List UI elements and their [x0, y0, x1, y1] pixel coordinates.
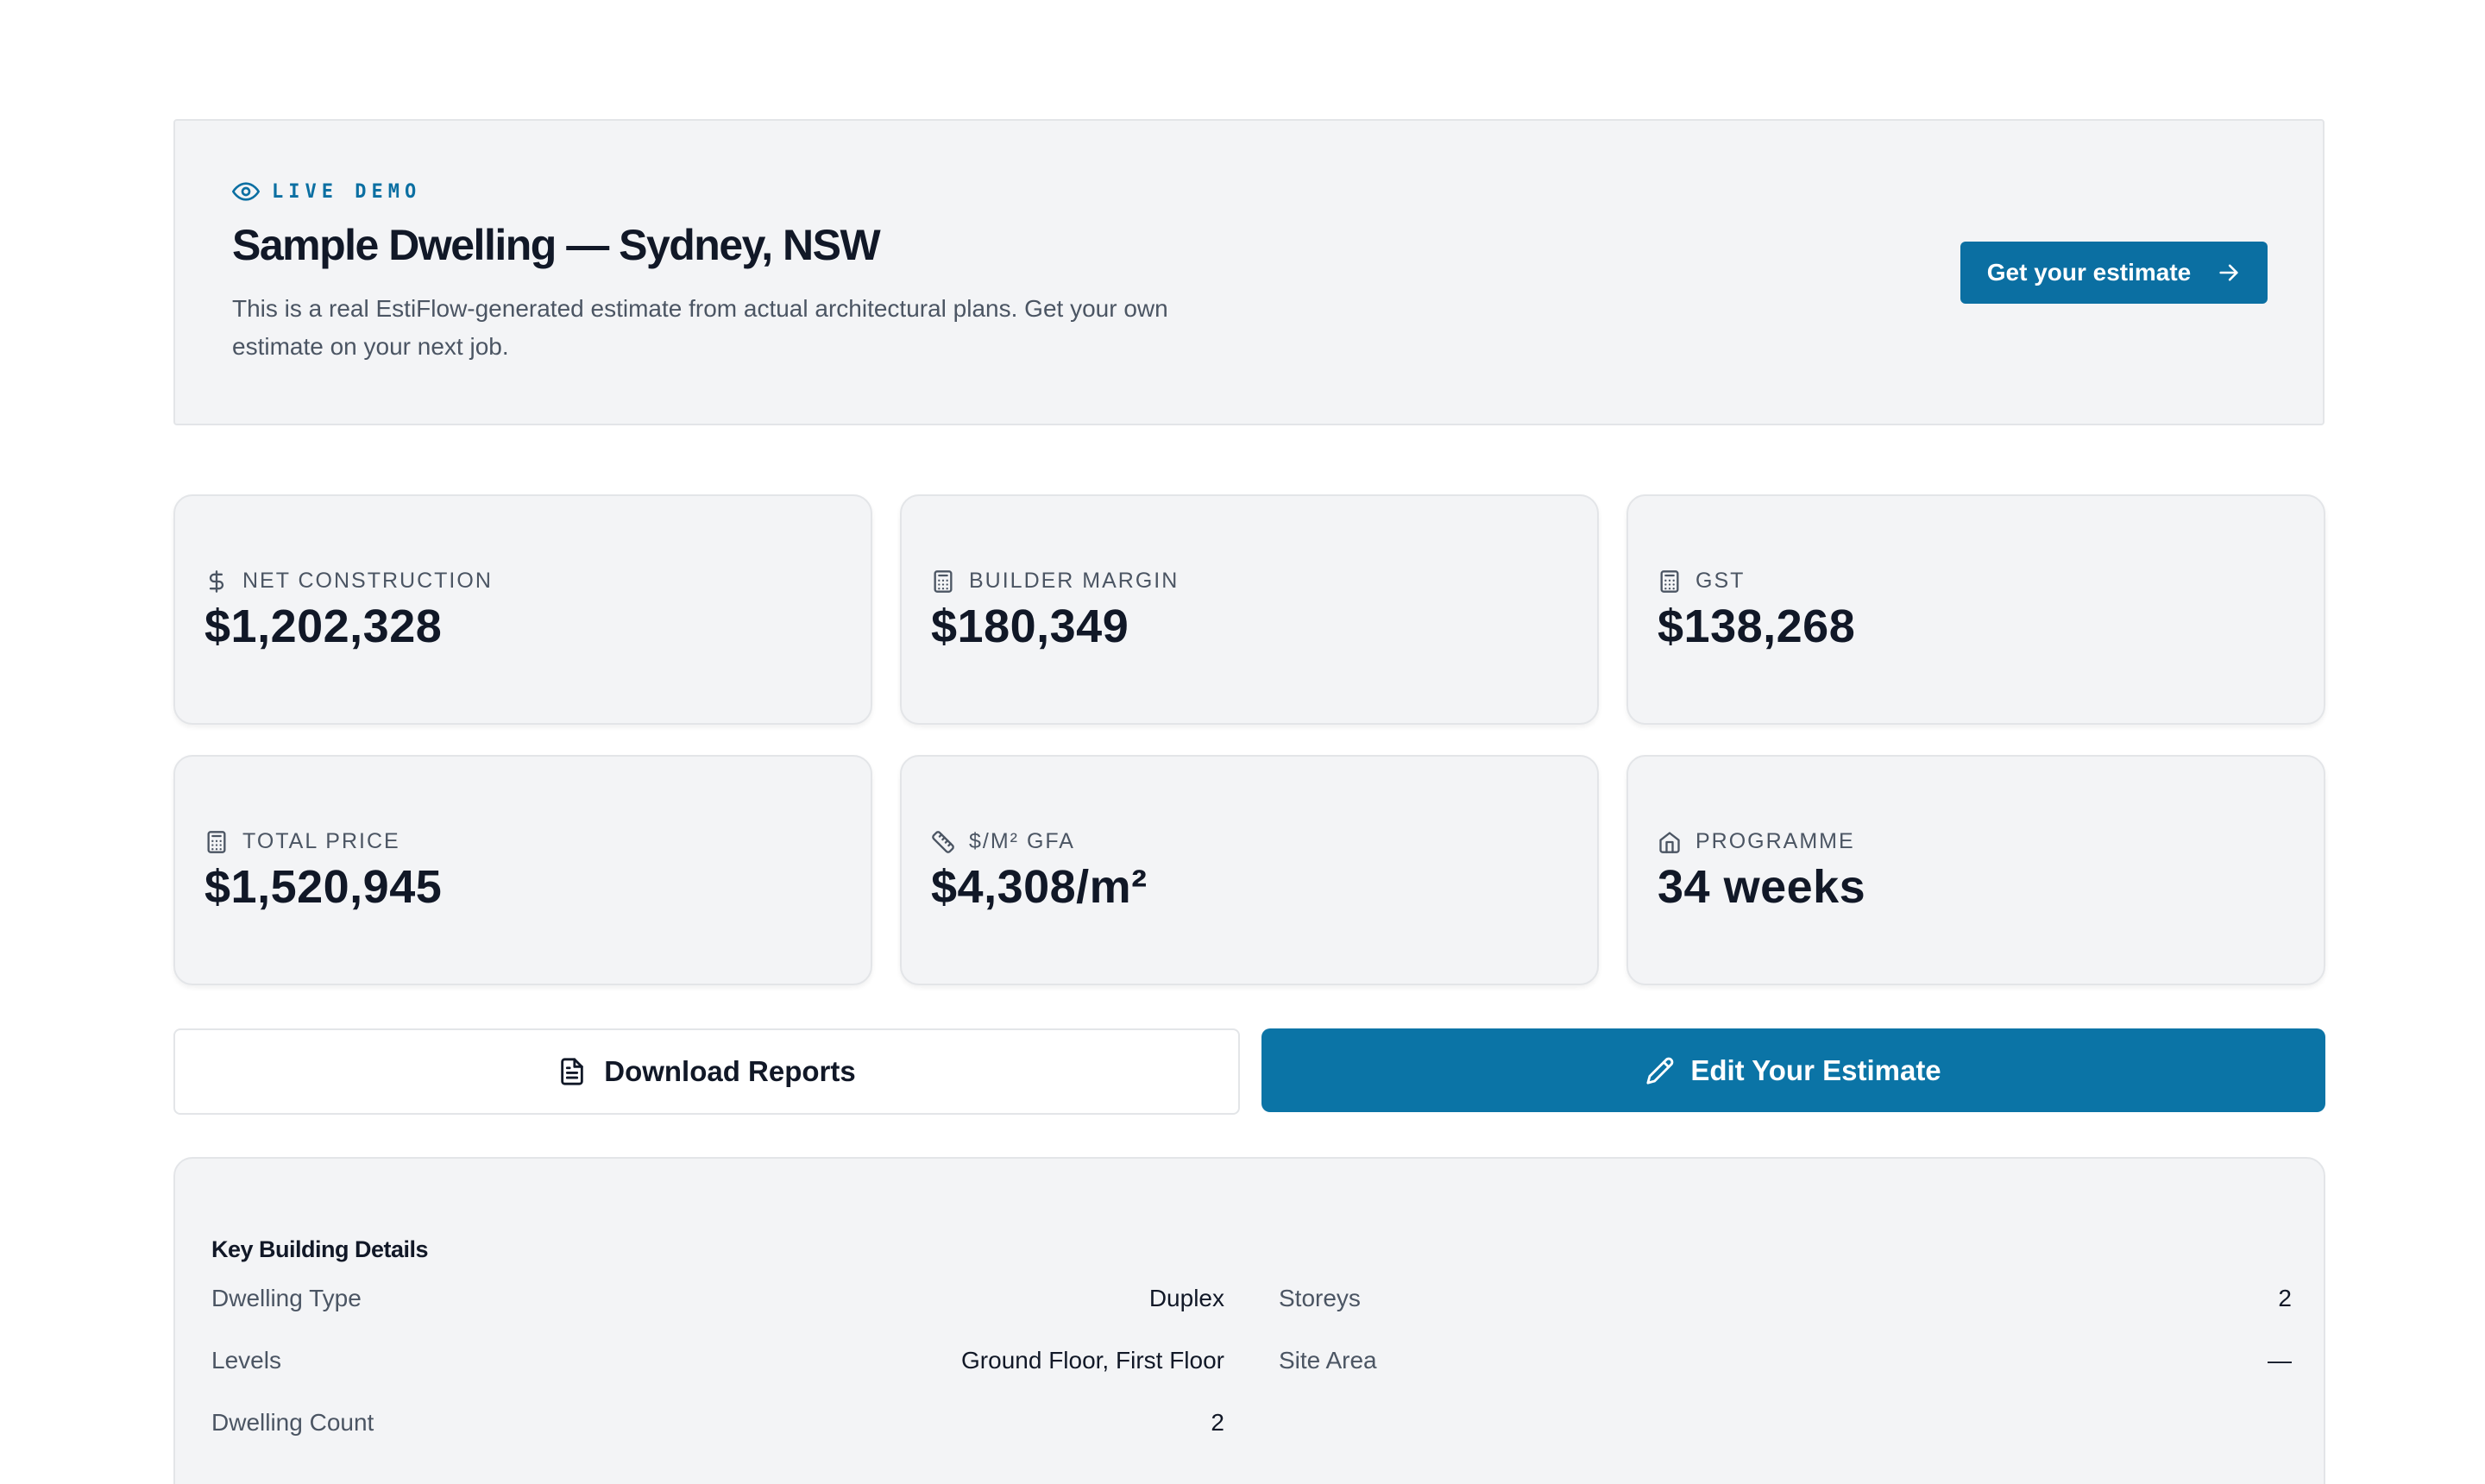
stat-value: $138,268 — [1658, 601, 1856, 652]
edit-estimate-button[interactable]: Edit Your Estimate — [1261, 1028, 2325, 1112]
detail-key: Dwelling Type — [211, 1285, 362, 1311]
hero-description: This is a real EstiFlow-generated estima… — [232, 295, 1168, 360]
stat-card-net-construction: NET CONSTRUCTION $1,202,328 — [173, 494, 872, 725]
eye-icon — [232, 182, 260, 201]
live-demo-label: LIVE DEMO — [272, 180, 422, 203]
edit-estimate-label: Edit Your Estimate — [1690, 1053, 1941, 1086]
detail-value: 2 — [2278, 1285, 2292, 1311]
stat-label: BUILDER MARGIN — [969, 569, 1180, 593]
detail-row-dwelling-type: Dwelling Type Duplex — [211, 1281, 1224, 1316]
pencil-icon — [1646, 1057, 1674, 1085]
stat-label: TOTAL PRICE — [242, 829, 400, 853]
download-reports-button[interactable]: Download Reports — [173, 1028, 1240, 1115]
stat-card-gst: GST $138,268 — [1626, 494, 2325, 725]
file-text-icon — [561, 1058, 583, 1085]
calculator-icon — [207, 830, 226, 853]
details-title: Key Building Details — [211, 1236, 429, 1262]
home-icon — [1659, 831, 1680, 853]
dollar-icon — [209, 569, 224, 593]
detail-row-storeys: Storeys 2 — [1279, 1281, 2292, 1316]
arrow-right-icon — [2219, 264, 2238, 281]
live-demo-badge: LIVE DEMO — [232, 178, 421, 205]
stat-label: NET CONSTRUCTION — [242, 569, 493, 593]
detail-row-dwelling-count: Dwelling Count 2 — [211, 1405, 1224, 1440]
detail-row-levels: Levels Ground Floor, First Floor — [211, 1343, 1224, 1378]
detail-key: Levels — [211, 1347, 281, 1374]
stat-value: $4,308/m² — [931, 861, 1148, 913]
detail-value: 2 — [1211, 1409, 1224, 1436]
detail-value: Ground Floor, First Floor — [961, 1347, 1224, 1374]
stat-value: $180,349 — [931, 601, 1129, 652]
estimate-demo-page: LIVE DEMO Sample Dwelling — Sydney, NSW … — [0, 0, 2485, 1484]
get-estimate-button[interactable]: Get your estimate — [1960, 242, 2268, 304]
calculator-icon — [1660, 569, 1679, 593]
detail-value: Duplex — [1148, 1285, 1224, 1311]
stat-card-programme: PROGRAMME 34 weeks — [1626, 755, 2325, 985]
stat-value: $1,202,328 — [204, 601, 443, 652]
ruler-icon — [932, 830, 954, 853]
page-title: Sample Dwelling — Sydney, NSW — [232, 221, 881, 269]
stat-label: GST — [1695, 569, 1746, 593]
key-building-details-panel: Key Building Details Dwelling Type Duple… — [173, 1157, 2325, 1484]
detail-row-site-area: Site Area — — [1279, 1343, 2292, 1378]
stat-label: PROGRAMME — [1695, 829, 1855, 853]
get-estimate-label: Get your estimate — [1986, 259, 2192, 286]
detail-key: Dwelling Count — [211, 1409, 374, 1436]
stat-card-total-price: TOTAL PRICE $1,520,945 — [173, 755, 872, 985]
calculator-icon — [934, 569, 953, 593]
stat-value: $1,520,945 — [204, 861, 443, 913]
download-reports-label: Download Reports — [604, 1055, 856, 1087]
detail-key: Site Area — [1279, 1347, 1377, 1374]
live-demo-banner: LIVE DEMO Sample Dwelling — Sydney, NSW … — [173, 119, 2325, 425]
stat-card-rate-gfa: $/M² GFA $4,308/m² — [900, 755, 1599, 985]
detail-value: — — [2268, 1347, 2292, 1374]
detail-key: Storeys — [1279, 1285, 1361, 1311]
stat-label: $/M² GFA — [969, 829, 1075, 853]
stat-card-builder-margin: BUILDER MARGIN $180,349 — [900, 494, 1599, 725]
stat-value: 34 weeks — [1658, 861, 1866, 913]
